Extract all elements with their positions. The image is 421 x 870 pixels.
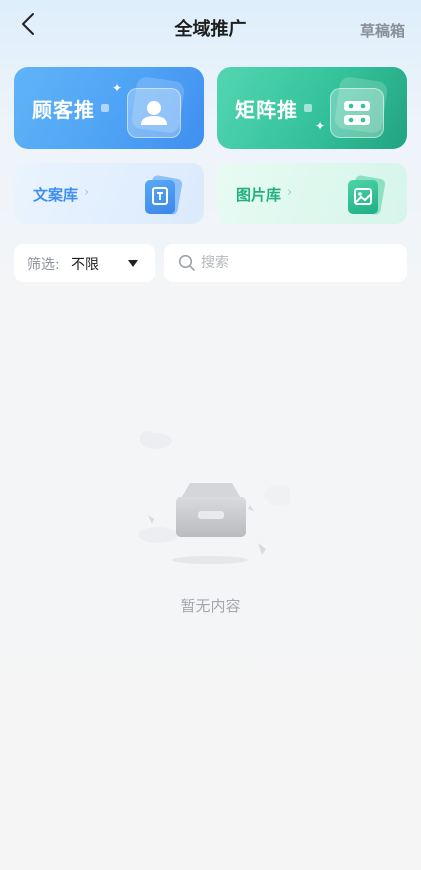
filter-dropdown[interactable]: 筛选: 不限 xyxy=(14,244,155,282)
page-title: 全域推广 xyxy=(174,19,247,40)
copy-library-card[interactable]: 文案库 › xyxy=(14,163,204,224)
person-icon xyxy=(127,88,181,138)
copy-library-label: 文案库 xyxy=(33,186,79,204)
matrix-grid-icon xyxy=(330,88,384,138)
image-stack-icon xyxy=(348,180,378,214)
customer-push-label: 顾客推 xyxy=(32,98,95,122)
image-library-label: 图片库 xyxy=(236,186,282,204)
matrix-push-card[interactable]: 矩阵推 ✦ xyxy=(217,67,407,149)
empty-box-icon xyxy=(130,425,296,575)
customer-push-card[interactable]: 顾客推 ✦ xyxy=(14,67,204,149)
chevron-right-icon: › xyxy=(287,185,293,200)
search-box[interactable] xyxy=(164,244,407,282)
image-library-card[interactable]: 图片库 › xyxy=(217,163,407,224)
empty-state-text: 暂无内容 xyxy=(180,597,241,615)
search-input[interactable] xyxy=(201,244,397,282)
drafts-button[interactable]: 草稿箱 xyxy=(360,20,405,41)
chevron-right-icon: › xyxy=(84,185,90,200)
matrix-push-label: 矩阵推 xyxy=(235,98,298,122)
filter-label: 筛选: xyxy=(27,257,60,273)
filter-value: 不限 xyxy=(71,257,99,273)
sparkle-icon: ✦ xyxy=(315,119,326,133)
document-stack-icon xyxy=(145,180,175,214)
search-icon xyxy=(178,254,195,271)
arrow-dot-icon xyxy=(101,104,109,112)
caret-down-icon xyxy=(128,260,138,267)
arrow-dot-icon xyxy=(304,104,312,112)
sparkle-icon: ✦ xyxy=(112,81,123,95)
